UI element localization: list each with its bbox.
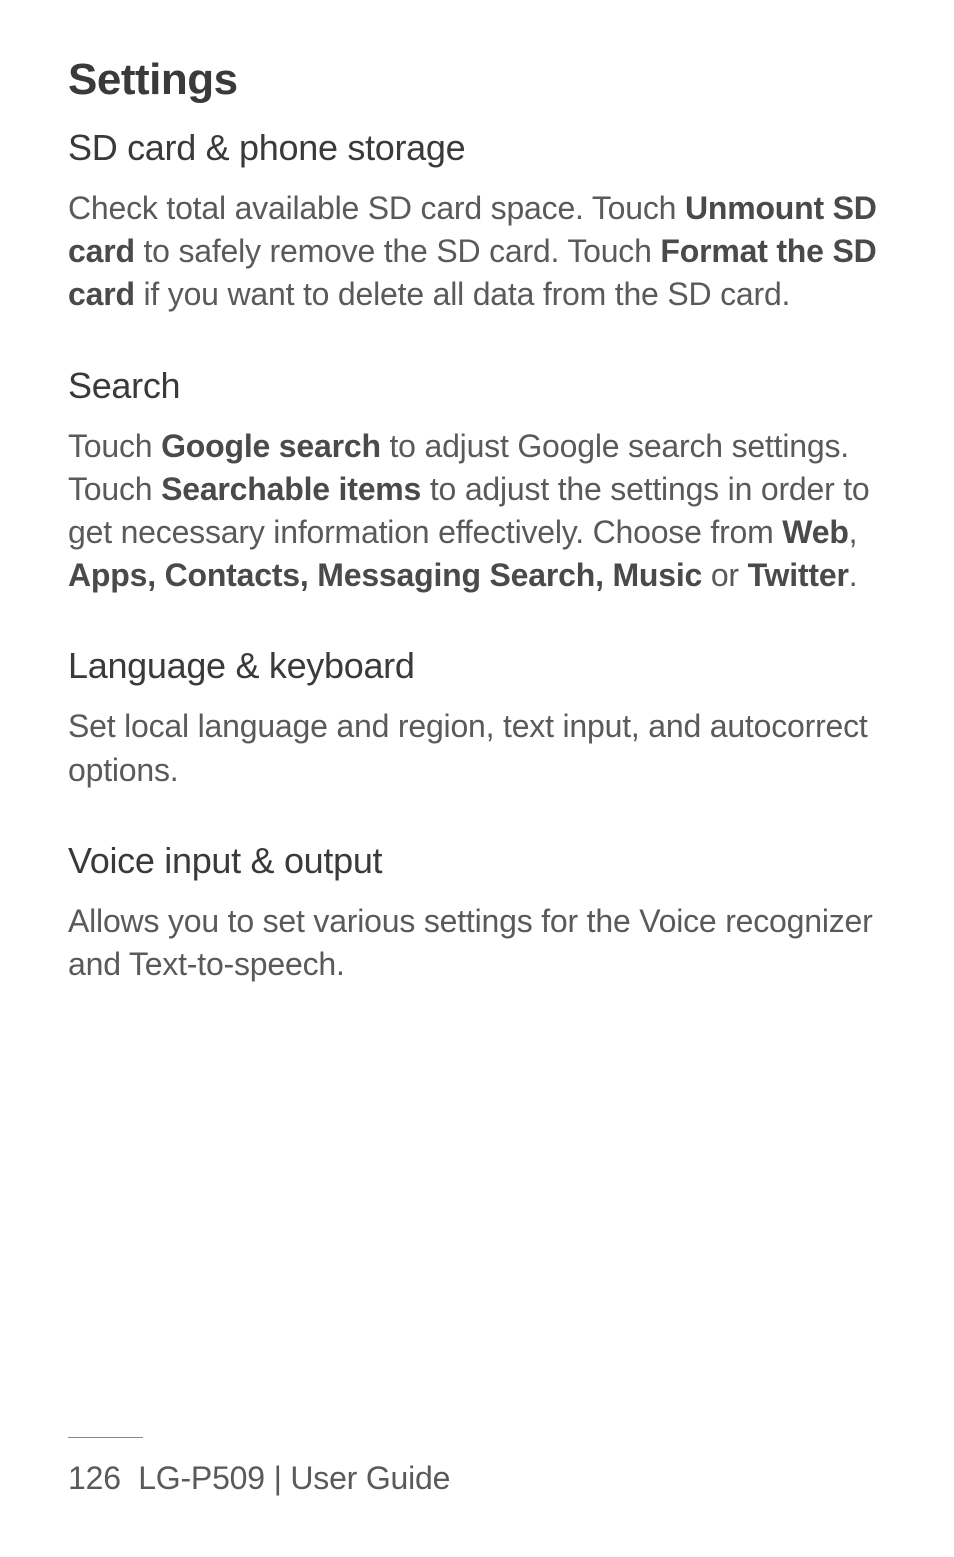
text: to adjust Google search settings. — [381, 428, 849, 464]
text: . — [849, 557, 858, 593]
section-search: Search Touch Google search to adjust Goo… — [68, 365, 886, 598]
section-body-language: Set local language and region, text inpu… — [68, 705, 886, 791]
bold-google-search: Google search — [161, 428, 381, 464]
section-title-voice: Voice input & output — [68, 840, 886, 882]
bold-searchable-items: Searchable items — [161, 471, 421, 507]
section-body-search-1: Touch Google search to adjust Google sea… — [68, 425, 886, 468]
text: Check total available SD card space. Tou… — [68, 190, 685, 226]
section-body-voice: Allows you to set various settings for t… — [68, 900, 886, 986]
product-name: LG-P509 — [138, 1460, 265, 1496]
section-body-search-2: Touch Searchable items to adjust the set… — [68, 468, 886, 598]
bold-apps-etc: Apps, Contacts, Messaging Search, Music — [68, 557, 702, 593]
footer-separator: | — [265, 1460, 291, 1496]
text: if you want to delete all data from the … — [135, 276, 790, 312]
section-language: Language & keyboard Set local language a… — [68, 645, 886, 791]
bold-web: Web — [782, 514, 848, 550]
page-content: Settings SD card & phone storage Check t… — [0, 0, 954, 986]
text: Touch — [68, 428, 161, 464]
section-voice: Voice input & output Allows you to set v… — [68, 840, 886, 986]
bold-twitter: Twitter — [748, 557, 849, 593]
guide-label: User Guide — [290, 1460, 450, 1496]
section-body-sd-card: Check total available SD card space. Tou… — [68, 187, 886, 317]
footer-divider — [68, 1437, 143, 1438]
text: Touch — [68, 471, 161, 507]
text: , — [849, 514, 858, 550]
page-footer: 126 LG-P509 | User Guide — [0, 1437, 954, 1497]
text: to safely remove the SD card. Touch — [135, 233, 661, 269]
text: or — [702, 557, 747, 593]
section-sd-card: SD card & phone storage Check total avai… — [68, 127, 886, 317]
section-title-sd-card: SD card & phone storage — [68, 127, 886, 169]
page-number: 126 — [68, 1460, 121, 1496]
section-title-language: Language & keyboard — [68, 645, 886, 687]
footer-text: 126 LG-P509 | User Guide — [68, 1460, 886, 1497]
page-title: Settings — [68, 55, 886, 105]
section-title-search: Search — [68, 365, 886, 407]
